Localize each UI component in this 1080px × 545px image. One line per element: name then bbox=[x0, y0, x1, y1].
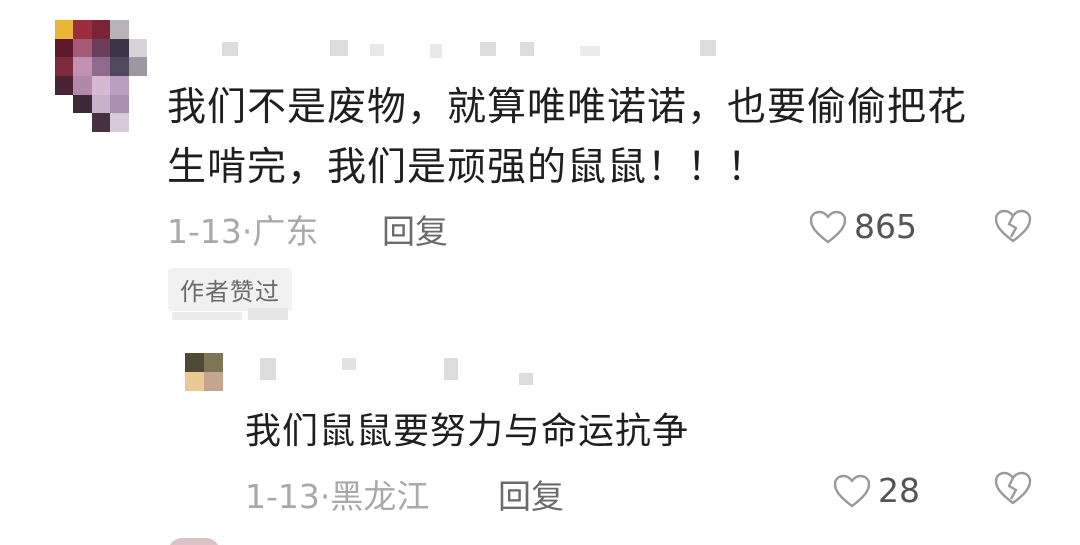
reply-like-button[interactable]: 28 bbox=[832, 471, 920, 510]
like-button[interactable]: 865 bbox=[808, 207, 917, 246]
comment-body-line-2: 生啃完，我们是顽强的鼠鼠！！！ bbox=[167, 145, 768, 190]
reply-meta: 1-13·黑龙江 bbox=[245, 470, 429, 518]
like-count: 865 bbox=[854, 207, 917, 246]
comment-location: 广东 bbox=[252, 212, 319, 251]
reply-reply-button[interactable]: 回复 bbox=[498, 470, 564, 518]
comment-section: 我们不是废物，就算唯唯诺诺，也要偷偷把花 生啃完，我们是顽强的鼠鼠！！！ 1-1… bbox=[0, 0, 1080, 545]
comment-date: 1-13 bbox=[167, 212, 242, 251]
reply-date: 1-13 bbox=[245, 477, 320, 516]
author-liked-badge: 作者赞过 bbox=[168, 268, 292, 311]
heart-outline-icon bbox=[833, 474, 871, 507]
comment-meta: 1-13·广东 bbox=[167, 205, 318, 253]
reply-location: 黑龙江 bbox=[330, 477, 430, 516]
commenter-avatar[interactable] bbox=[55, 20, 147, 132]
reply-like-count: 28 bbox=[878, 471, 920, 510]
comment-body-line-1: 我们不是废物，就算唯唯诺诺，也要偷偷把花 bbox=[167, 85, 968, 130]
meta-separator: · bbox=[319, 477, 331, 516]
replier-avatar[interactable] bbox=[185, 353, 223, 391]
broken-heart-icon[interactable] bbox=[992, 469, 1034, 507]
broken-heart-icon[interactable] bbox=[992, 207, 1034, 245]
reply-body: 我们鼠鼠要努力与命运抗争 bbox=[245, 411, 690, 452]
heart-outline-icon bbox=[809, 210, 847, 243]
reply-button[interactable]: 回复 bbox=[382, 205, 448, 253]
next-comment-avatar-partial[interactable] bbox=[168, 538, 220, 545]
meta-separator: · bbox=[241, 212, 253, 251]
